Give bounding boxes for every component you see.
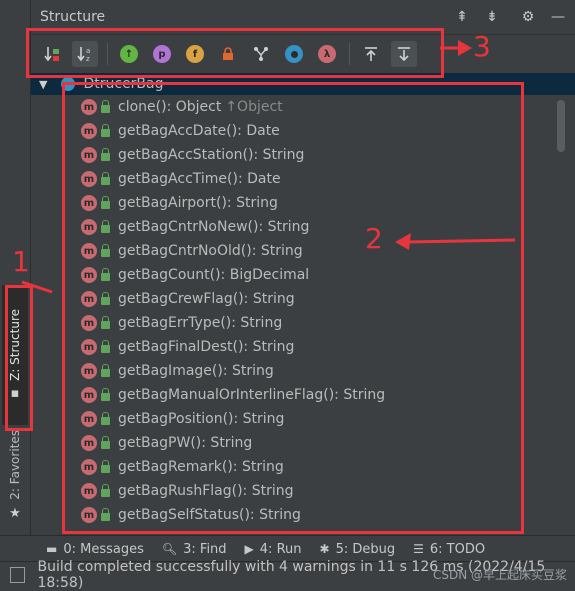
hide-icon[interactable]: —	[545, 6, 571, 28]
debug-tool-button[interactable]: ✱ 5: Debug	[320, 542, 396, 557]
find-tool-button[interactable]: 🔍︎ 3: Find	[162, 542, 227, 557]
annotation-arrow-2	[395, 233, 516, 250]
panel-title: Structure	[40, 9, 106, 25]
annotation-box-3	[26, 28, 444, 78]
expand-all-icon[interactable]: ⇞	[449, 6, 475, 28]
annotation-arrow-1	[21, 280, 53, 294]
find-label: 3: Find	[183, 541, 227, 557]
annotation-number-3: 3	[473, 30, 491, 63]
messages-tool-button[interactable]: ▬ 0: Messages	[46, 542, 144, 557]
search-icon: 🔍︎	[161, 542, 178, 556]
favorites-tab-label: 2: Favorites	[8, 430, 22, 500]
messages-icon: ▬	[46, 542, 58, 556]
gear-icon[interactable]: ⚙	[515, 6, 541, 28]
bug-icon: ✱	[319, 542, 330, 556]
todo-label: 6: TODO	[429, 541, 486, 557]
todo-icon: ☰	[413, 542, 424, 556]
run-icon: ▶	[244, 542, 254, 556]
annotation-number-2: 2	[365, 222, 383, 255]
watermark: CSDN @早上起床买豆浆	[432, 568, 567, 582]
messages-label: 0: Messages	[63, 541, 144, 557]
annotation-arrow-3	[440, 40, 472, 56]
annotation-number-1: 1	[12, 245, 30, 278]
tool-window-bar: ▬ 0: Messages 🔍︎ 3: Find ▶ 4: Run ✱ 5: D…	[0, 535, 575, 562]
status-toggle-icon[interactable]	[10, 567, 26, 583]
todo-tool-button[interactable]: ☰ 6: TODO	[413, 542, 485, 557]
annotation-box-2	[62, 82, 524, 534]
collapse-all-icon[interactable]: ⇟	[479, 6, 505, 28]
vertical-scrollbar[interactable]	[557, 100, 565, 152]
run-label: 4: Run	[259, 541, 302, 557]
star-icon: ★	[9, 505, 21, 521]
favorites-tool-tab[interactable]: 2: Favorites ★	[2, 428, 28, 523]
debug-label: 5: Debug	[335, 541, 396, 557]
run-tool-button[interactable]: ▶ 4: Run	[245, 542, 302, 557]
expand-triangle-icon[interactable]: ▼	[39, 78, 47, 91]
